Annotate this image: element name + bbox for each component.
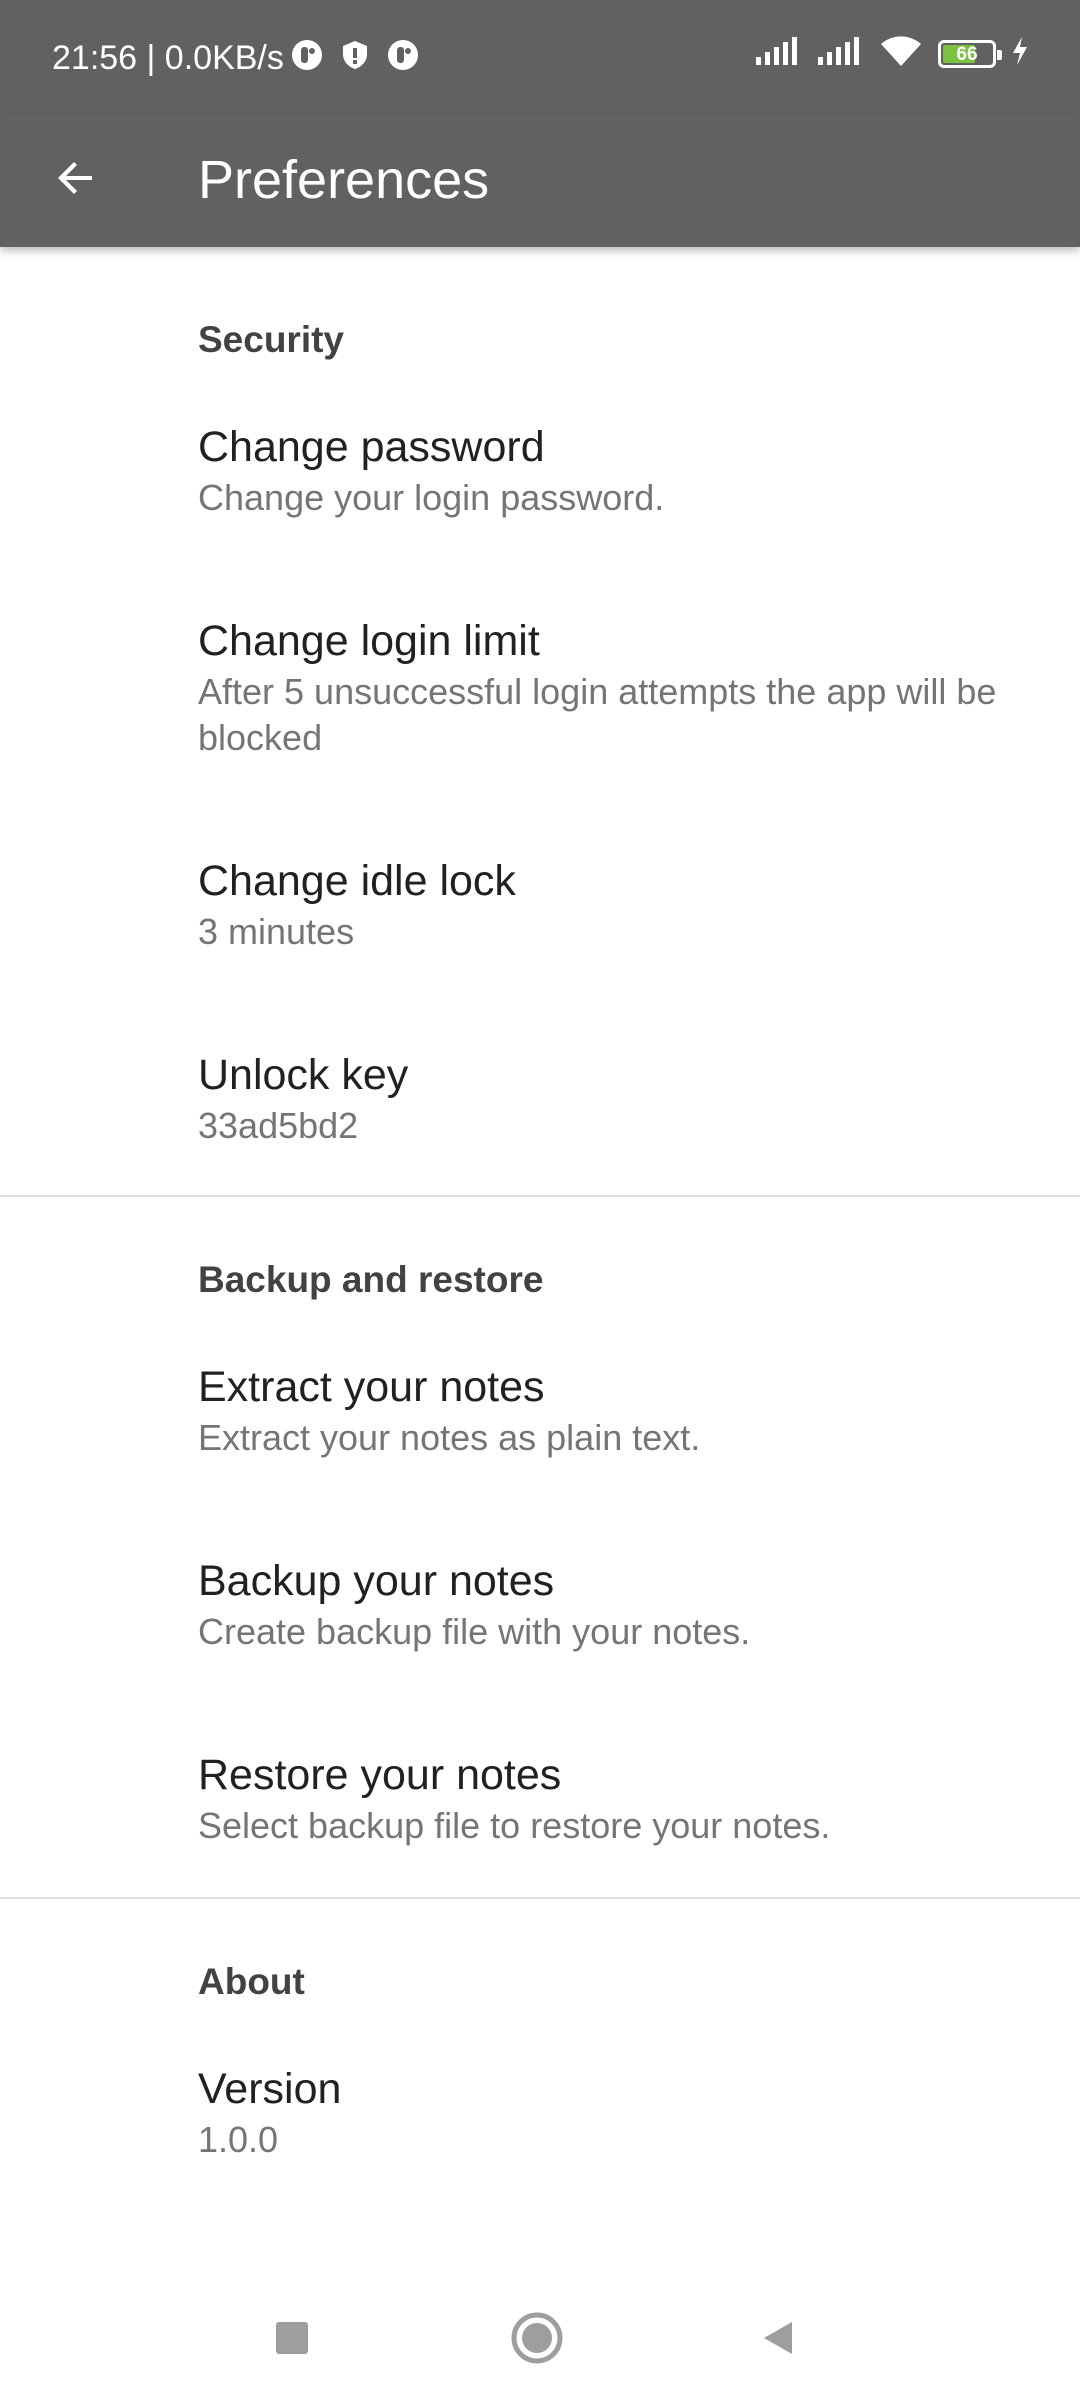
pref-change-login-limit[interactable]: Change login limit After 5 unsuccessful … (0, 521, 1080, 761)
pref-unlock-key[interactable]: Unlock key 33ad5bd2 (0, 955, 1080, 1195)
charging-icon (1010, 35, 1030, 72)
status-right-icons: 66 (754, 34, 1030, 73)
pref-summary: Select backup file to restore your notes… (198, 1805, 831, 1846)
wifi-icon (878, 34, 924, 73)
pref-title: Backup your notes (198, 1557, 555, 1605)
section-about: About Version 1.0.0 (0, 1899, 1080, 2163)
app-notification-icon (386, 38, 420, 77)
section-header: Security (198, 319, 345, 360)
pref-summary: 1.0.0 (198, 2119, 279, 2160)
status-bar: 21:56 | 0.0KB/s 66 (0, 0, 1080, 114)
signal-icon (816, 35, 864, 72)
pref-title: Extract your notes (198, 1363, 545, 1411)
recents-button[interactable] (262, 2310, 322, 2370)
pref-change-idle-lock[interactable]: Change idle lock 3 minutes (0, 761, 1080, 955)
section-backup-restore: Backup and restore Extract your notes Ex… (0, 1197, 1080, 1897)
pref-version[interactable]: Version 1.0.0 (0, 2005, 1080, 2163)
pref-title: Change password (198, 423, 545, 471)
arrow-left-icon (52, 154, 100, 207)
pref-backup-notes[interactable]: Backup your notes Create backup file wit… (0, 1461, 1080, 1655)
battery-level-text: 66 (956, 43, 978, 65)
pref-title: Restore your notes (198, 1751, 562, 1799)
section-header: About (198, 1961, 305, 2002)
navigation-bar (0, 2280, 1080, 2400)
signal-icon (754, 35, 802, 72)
pref-change-password[interactable]: Change password Change your login passwo… (0, 363, 1080, 521)
back-triangle-icon (758, 2318, 798, 2363)
pref-extract-notes[interactable]: Extract your notes Extract your notes as… (0, 1303, 1080, 1461)
page-title: Preferences (198, 150, 490, 210)
app-bar: Preferences (0, 114, 1080, 247)
back-button[interactable] (40, 144, 112, 216)
pref-summary: 3 minutes (198, 911, 355, 952)
shield-icon (338, 38, 372, 77)
back-nav-button[interactable] (748, 2310, 808, 2370)
pref-title: Unlock key (198, 1051, 409, 1099)
pref-restore-notes[interactable]: Restore your notes Select backup file to… (0, 1655, 1080, 1897)
pref-summary: Change your login password. (198, 477, 665, 518)
pref-summary: 33ad5bd2 (198, 1105, 359, 1146)
pref-title: Change idle lock (198, 857, 516, 905)
preferences-list: Security Change password Change your log… (0, 247, 1080, 2163)
status-time: 21:56 | 0.0KB/s (52, 39, 284, 77)
recents-square-icon (272, 2318, 312, 2363)
pref-summary: After 5 unsuccessful login attempts the … (198, 671, 997, 758)
battery-cap (997, 49, 1002, 60)
pref-summary: Create backup file with your notes. (198, 1611, 751, 1652)
pref-summary: Extract your notes as plain text. (198, 1417, 701, 1458)
home-circle-icon (510, 2311, 564, 2370)
section-header: Backup and restore (198, 1259, 544, 1300)
battery-icon: 66 (938, 39, 1002, 68)
status-left-icons (290, 38, 420, 77)
pref-title: Version (198, 2065, 342, 2113)
app-notification-icon (290, 38, 324, 77)
section-security: Security Change password Change your log… (0, 247, 1080, 1195)
home-button[interactable] (507, 2310, 567, 2370)
pref-title: Change login limit (198, 617, 540, 665)
